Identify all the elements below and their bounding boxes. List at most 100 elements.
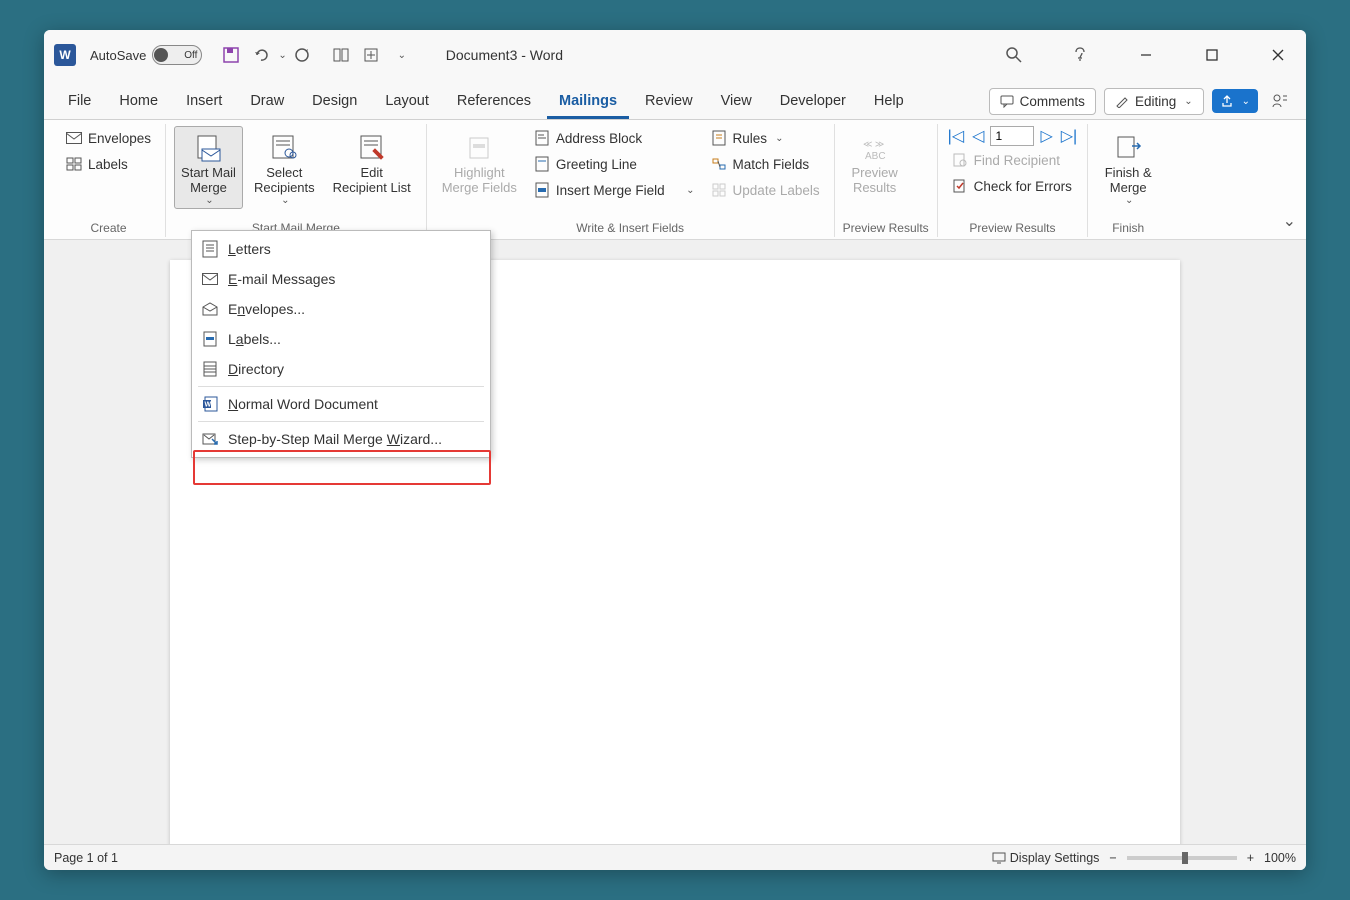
match-icon xyxy=(711,156,727,172)
close-button[interactable] xyxy=(1260,37,1296,73)
tab-file[interactable]: File xyxy=(56,85,103,119)
dd-labels[interactable]: Labels... xyxy=(192,324,490,354)
chevron-down-icon: ⌄ xyxy=(1184,96,1192,107)
toggle-knob-icon xyxy=(154,48,168,62)
envelopes-label: Envelopes xyxy=(88,131,151,146)
address-block-button[interactable]: Address Block xyxy=(528,126,701,150)
search-button[interactable] xyxy=(996,37,1032,73)
tab-help[interactable]: Help xyxy=(862,85,916,119)
display-settings-button[interactable]: Display Settings xyxy=(992,851,1100,865)
select-recipients-button[interactable]: Select Recipients⌄ xyxy=(247,126,322,209)
zoom-slider[interactable] xyxy=(1127,856,1237,860)
update-labels-button[interactable]: Update Labels xyxy=(705,178,826,202)
comments-button[interactable]: Comments xyxy=(989,88,1096,115)
chevron-down-icon: ⌄ xyxy=(205,195,213,206)
edit-list-icon xyxy=(357,131,387,165)
tab-design[interactable]: Design xyxy=(300,85,369,119)
group-preview: ≪ ≫ABC Preview Results Preview Results xyxy=(835,124,938,237)
qat-more-button[interactable]: ⌄ xyxy=(388,42,414,68)
envelopes-button[interactable]: Envelopes xyxy=(60,126,157,150)
autosave-label: AutoSave xyxy=(90,48,146,63)
update-icon xyxy=(711,182,727,198)
qat-btn-1[interactable] xyxy=(328,42,354,68)
dd-wizard-label: Step-by-Step Mail Merge Wizard... xyxy=(228,431,442,447)
preview-label: Preview Results xyxy=(852,165,898,195)
word-doc-icon: W xyxy=(202,396,218,412)
update-label: Update Labels xyxy=(733,183,820,198)
dd-letters[interactable]: Letters xyxy=(192,234,490,264)
minimize-button[interactable] xyxy=(1128,37,1164,73)
dd-envelopes[interactable]: Envelopes... xyxy=(192,294,490,324)
redo-button[interactable] xyxy=(289,42,315,68)
display-settings-label: Display Settings xyxy=(1010,851,1100,865)
directory-icon xyxy=(202,361,218,377)
rules-icon xyxy=(711,130,727,146)
dd-email-label: E-mail Messages xyxy=(228,271,335,287)
page-indicator[interactable]: Page 1 of 1 xyxy=(54,851,118,865)
dd-normal-doc[interactable]: W Normal Word Document xyxy=(192,389,490,419)
dd-wizard[interactable]: Step-by-Step Mail Merge Wizard... xyxy=(192,424,490,454)
ribbon-collapse-button[interactable]: ⌄ xyxy=(1283,211,1296,231)
share-button[interactable]: ⌄ xyxy=(1212,89,1258,113)
start-mail-merge-button[interactable]: Start Mail Merge⌄ xyxy=(174,126,243,209)
account-button[interactable] xyxy=(1266,83,1294,119)
insert-merge-field-button[interactable]: Insert Merge Field ⌄ xyxy=(528,178,701,202)
record-input[interactable] xyxy=(990,126,1034,146)
edit-recipient-list-button[interactable]: Edit Recipient List xyxy=(326,126,418,198)
chevron-down-icon: ⌄ xyxy=(775,133,783,144)
finish-merge-button[interactable]: Finish & Merge⌄ xyxy=(1096,126,1160,209)
zoom-out-button[interactable]: − xyxy=(1109,851,1116,865)
svg-text:W: W xyxy=(205,402,212,409)
mail-merge-icon xyxy=(194,131,224,165)
greeting-line-button[interactable]: Greeting Line xyxy=(528,152,701,176)
last-record-button[interactable]: ▷| xyxy=(1059,126,1079,146)
letters-icon xyxy=(202,241,218,257)
dd-letters-label: Letters xyxy=(228,241,271,257)
label-doc-icon xyxy=(202,331,218,347)
tab-layout[interactable]: Layout xyxy=(373,85,441,119)
match-label: Match Fields xyxy=(733,157,810,172)
envelope-open-icon xyxy=(202,301,218,317)
highlight-merge-fields-button[interactable]: Highlight Merge Fields xyxy=(435,126,524,198)
tab-developer[interactable]: Developer xyxy=(768,85,858,119)
autosave-toggle[interactable]: Off xyxy=(152,45,202,65)
find-recipient-button[interactable]: Find Recipient xyxy=(946,148,1080,172)
email-icon xyxy=(202,271,218,287)
dd-separator xyxy=(198,421,484,422)
tab-view[interactable]: View xyxy=(709,85,764,119)
tab-home[interactable]: Home xyxy=(107,85,170,119)
save-button[interactable] xyxy=(218,42,244,68)
first-record-button[interactable]: |◁ xyxy=(946,126,966,146)
undo-chevron-icon[interactable]: ⌄ xyxy=(278,50,286,61)
tab-insert[interactable]: Insert xyxy=(174,85,234,119)
group-label-finish: Finish xyxy=(1096,219,1160,235)
qat-btn-2[interactable] xyxy=(358,42,384,68)
chevron-down-icon: ⌄ xyxy=(1125,195,1133,206)
dd-directory[interactable]: Directory xyxy=(192,354,490,384)
dd-normal-label: Normal Word Document xyxy=(228,396,378,412)
zoom-in-button[interactable]: + xyxy=(1247,851,1254,865)
next-record-button[interactable]: ▷ xyxy=(1038,126,1054,146)
word-app-icon: W xyxy=(54,44,76,66)
editing-mode-button[interactable]: Editing⌄ xyxy=(1104,88,1204,115)
prev-record-button[interactable]: ◁ xyxy=(970,126,986,146)
address-icon xyxy=(534,130,550,146)
tab-draw[interactable]: Draw xyxy=(238,85,296,119)
labels-button[interactable]: Labels xyxy=(60,152,157,176)
tab-mailings[interactable]: Mailings xyxy=(547,85,629,119)
dd-email[interactable]: E-mail Messages xyxy=(192,264,490,294)
match-fields-button[interactable]: Match Fields xyxy=(705,152,826,176)
tab-review[interactable]: Review xyxy=(633,85,705,119)
rules-button[interactable]: Rules⌄ xyxy=(705,126,826,150)
undo-button[interactable] xyxy=(248,42,274,68)
chevron-down-icon[interactable]: ⌄ xyxy=(686,185,694,196)
maximize-button[interactable] xyxy=(1194,37,1230,73)
envelope-icon xyxy=(66,130,82,146)
tab-references[interactable]: References xyxy=(445,85,543,119)
greeting-icon xyxy=(534,156,550,172)
check-errors-button[interactable]: Check for Errors xyxy=(946,174,1080,198)
zoom-level[interactable]: 100% xyxy=(1264,851,1296,865)
preview-results-button[interactable]: ≪ ≫ABC Preview Results xyxy=(843,126,907,198)
greeting-label: Greeting Line xyxy=(556,157,637,172)
help-button[interactable] xyxy=(1062,37,1098,73)
